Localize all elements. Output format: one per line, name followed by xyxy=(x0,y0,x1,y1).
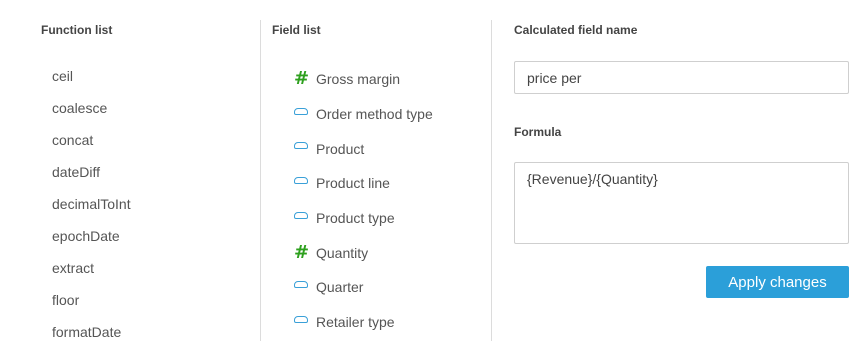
dimension-tag-icon xyxy=(294,176,314,184)
function-item[interactable]: decimalToInt xyxy=(52,188,131,220)
function-item[interactable]: epochDate xyxy=(52,220,131,252)
field-item[interactable]: # Quantity xyxy=(294,235,433,270)
field-item-label: Quarter xyxy=(316,279,364,296)
dimension-tag-icon xyxy=(294,315,314,323)
calculated-field-name-label: Calculated field name xyxy=(514,23,638,37)
dimension-tag-icon xyxy=(294,107,314,115)
calculated-field-name-input[interactable] xyxy=(514,61,849,94)
measure-hash-icon: # xyxy=(294,68,310,90)
field-list: # Gross margin Order method type Product Pro… xyxy=(294,62,433,340)
measure-hash-icon: # xyxy=(294,241,310,263)
field-item-label: Product type xyxy=(316,210,395,227)
function-item[interactable]: formatDate xyxy=(52,316,131,348)
panel-divider xyxy=(491,20,492,341)
formula-label: Formula xyxy=(514,125,562,139)
field-item-label: Gross margin xyxy=(316,71,401,88)
field-item-label: Retailer type xyxy=(316,314,395,331)
apply-changes-button[interactable]: Apply changes xyxy=(706,266,849,298)
panel-divider xyxy=(260,20,261,341)
field-item[interactable]: Product xyxy=(294,131,433,166)
field-item[interactable]: Product type xyxy=(294,201,433,236)
dimension-tag-icon xyxy=(294,142,314,150)
field-item[interactable]: Product line xyxy=(294,166,433,201)
field-item[interactable]: Order method type xyxy=(294,97,433,132)
field-item-label: Product xyxy=(316,140,365,157)
field-item-label: Order method type xyxy=(316,106,433,123)
dimension-tag-icon xyxy=(294,280,314,288)
formula-input[interactable]: {Revenue}/{Quantity} xyxy=(514,162,849,244)
dimension-tag-icon xyxy=(294,211,314,219)
field-item[interactable]: Retailer type xyxy=(294,305,433,340)
field-item[interactable]: Quarter xyxy=(294,270,433,305)
field-list-heading: Field list xyxy=(272,23,321,37)
function-list-heading: Function list xyxy=(41,23,113,37)
function-item[interactable]: concat xyxy=(52,124,131,156)
function-item[interactable]: floor xyxy=(52,284,131,316)
function-item[interactable]: extract xyxy=(52,252,131,284)
field-item-label: Product line xyxy=(316,175,390,192)
function-item[interactable]: dateDiff xyxy=(52,156,131,188)
function-item[interactable]: ceil xyxy=(52,60,131,92)
field-item-label: Quantity xyxy=(316,244,369,261)
function-list: ceil coalesce concat dateDiff decimalToInt ep… xyxy=(52,60,131,348)
function-item[interactable]: coalesce xyxy=(52,92,131,124)
field-item[interactable]: # Gross margin xyxy=(294,62,433,97)
